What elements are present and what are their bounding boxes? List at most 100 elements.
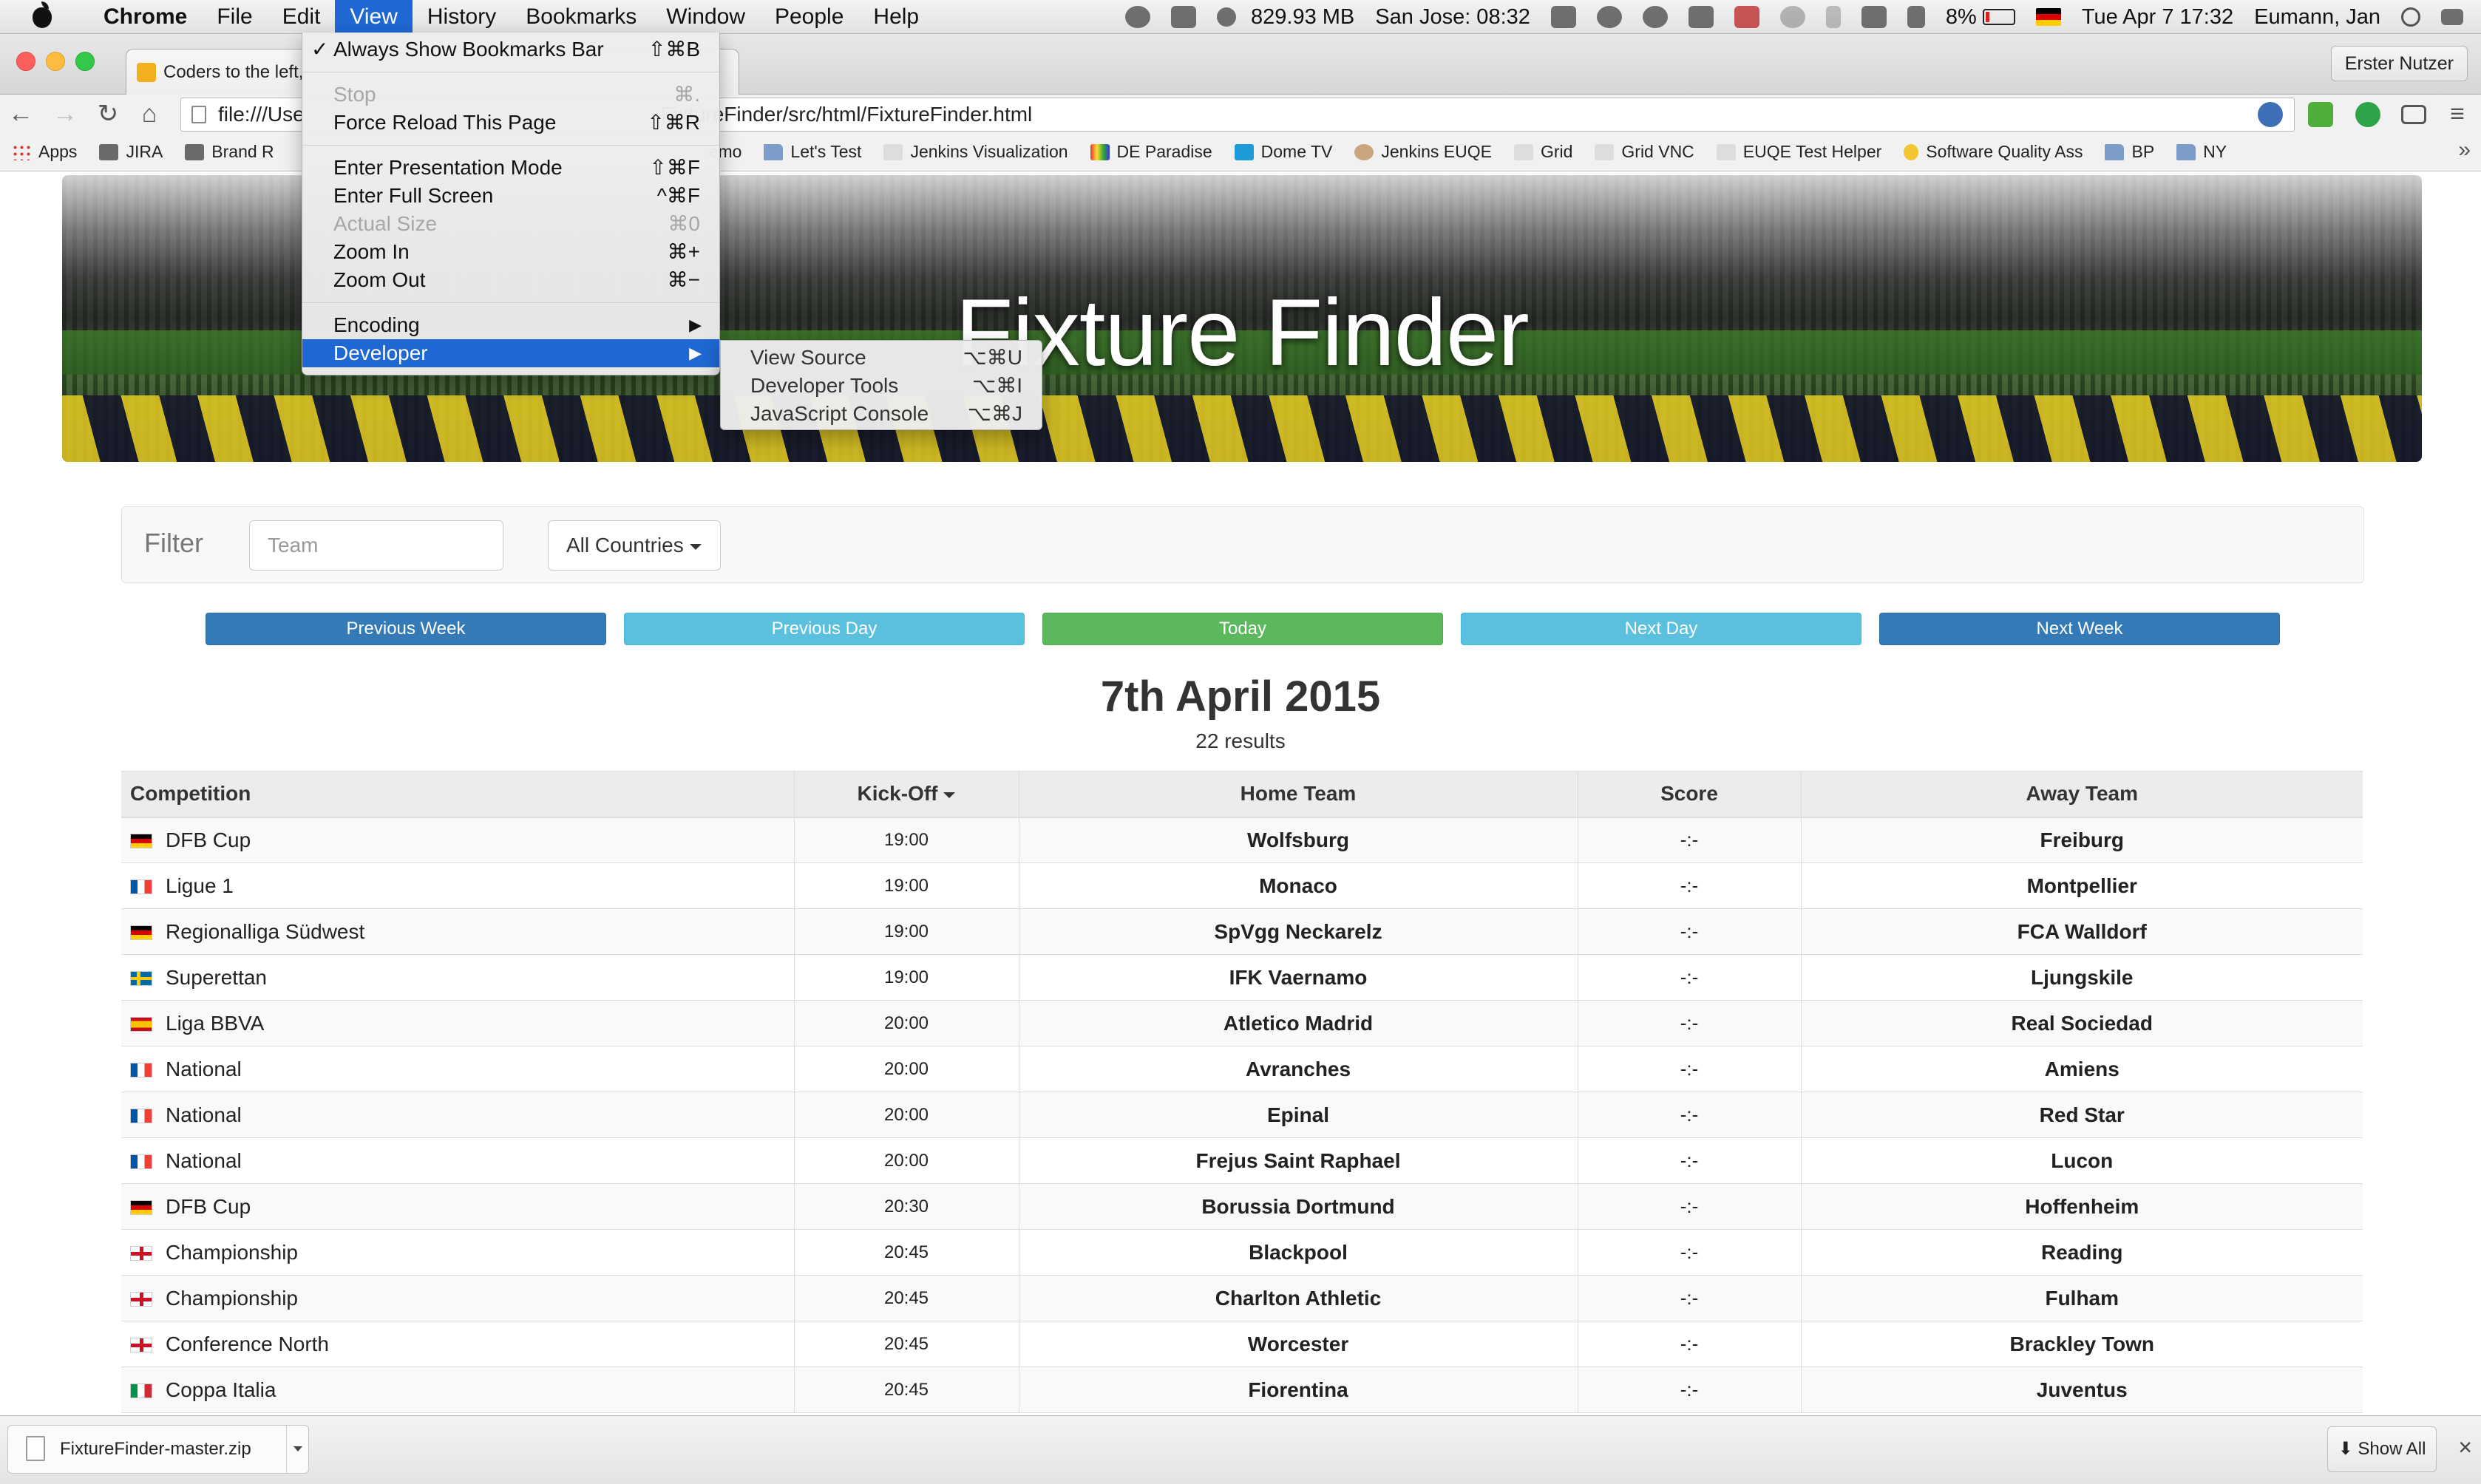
back-arrow-icon[interactable]: ← [7,101,34,127]
cast-icon[interactable] [2401,105,2426,124]
menu-hamburger-icon[interactable]: ≡ [2444,101,2471,127]
cell-away-team: Lucon [1801,1137,2363,1184]
download-item[interactable]: FixtureFinder-master.zip [7,1425,309,1474]
menu-developer[interactable]: Developer ▶ [302,339,719,367]
spotlight-search-icon[interactable] [2401,7,2420,27]
download-options-chevron-icon[interactable] [286,1426,308,1473]
download-filename: FixtureFinder-master.zip [60,1439,251,1459]
menu-force-reload[interactable]: Force Reload This Page ⇧⌘R [302,109,719,137]
bookmark-jira[interactable]: JIRA [99,142,163,162]
profile-button[interactable]: Erster Nutzer [2330,46,2468,81]
next-week-button[interactable]: Next Week [1879,613,2280,645]
cell-kickoff: 20:00 [794,1137,1019,1184]
close-download-shelf-icon[interactable]: × [2458,1434,2472,1461]
show-all-downloads-button[interactable]: ⬇ Show All [2327,1426,2437,1472]
menu-bookmarks[interactable]: Bookmarks [511,0,651,34]
grid-icon[interactable] [1550,6,1576,28]
wifi-icon[interactable] [1861,6,1887,28]
file-icon [26,1436,45,1461]
battery-icon[interactable] [1982,9,2015,25]
volume-icon[interactable] [1907,6,1925,28]
bookmark-dome-tv[interactable]: Dome TV [1234,142,1332,162]
dropbox-icon[interactable] [1171,6,1197,28]
bookmark-euqe-test-helper[interactable]: EUQE Test Helper [1716,142,1881,162]
bookmark-brand[interactable]: Brand R [185,142,274,162]
world-clock[interactable]: San Jose: 08:32 [1375,5,1530,30]
header-kickoff[interactable]: Kick-Off [794,771,1019,818]
timer-icon[interactable] [1125,6,1151,28]
menu-view-source[interactable]: View Source ⌥⌘U [721,344,1042,372]
menu-file[interactable]: File [202,0,267,34]
menu-chrome[interactable]: Chrome [89,0,202,34]
bookmark-folder-bp[interactable]: BP [2105,142,2154,162]
cell-kickoff: 20:45 [794,1229,1019,1276]
battery-percent[interactable]: 8% [1946,5,1977,30]
menu-edit[interactable]: Edit [268,0,336,34]
team-filter-input[interactable] [249,520,503,571]
forward-arrow-icon[interactable]: → [52,101,78,127]
bluetooth-icon[interactable] [1825,6,1841,28]
menu-full-screen[interactable]: Enter Full Screen ^⌘F [302,182,719,210]
previous-week-button[interactable]: Previous Week [206,613,606,645]
header-away-team[interactable]: Away Team [1801,771,2363,818]
menu-javascript-console[interactable]: JavaScript Console ⌥⌘J [721,400,1042,428]
menu-history[interactable]: History [413,0,511,34]
bookmark-jenkins-visualization[interactable]: Jenkins Visualization [883,142,1068,162]
cell-score: -:- [1578,908,1802,955]
menu-separator [302,302,719,303]
app-red-icon[interactable] [1734,6,1759,28]
menu-always-show-bookmarks[interactable]: ✓ Always Show Bookmarks Bar ⇧⌘B [302,35,719,64]
today-button[interactable]: Today [1042,613,1443,645]
mac-menu-bar: Chrome File Edit View History Bookmarks … [0,0,2481,34]
close-window-button[interactable] [16,52,35,71]
notification-center-icon[interactable] [2441,9,2463,25]
bookmarks-overflow-icon[interactable]: » [2458,137,2471,163]
user-name[interactable]: Eumann, Jan [2254,5,2380,30]
header-home-team[interactable]: Home Team [1019,771,1578,818]
input-source-flag-icon[interactable] [2035,8,2061,26]
next-day-button[interactable]: Next Day [1461,613,1861,645]
memory-readout[interactable]: 829.93 MB [1251,5,1354,30]
menu-zoom-in[interactable]: Zoom In ⌘+ [302,238,719,266]
previous-day-button[interactable]: Previous Day [624,613,1025,645]
bookmark-apps[interactable]: Apps [12,142,77,162]
reload-icon[interactable]: ↻ [95,101,121,127]
country-dropdown[interactable]: All Countries [548,520,721,571]
bookmark-folder-ny[interactable]: NY [2176,142,2227,162]
brand-icon [185,143,205,160]
bookmark-grid[interactable]: Grid [1513,142,1572,162]
task-check-icon[interactable] [1596,6,1622,28]
menu-developer-tools[interactable]: Developer Tools ⌥⌘I [721,372,1042,400]
zoom-window-button[interactable] [75,52,95,71]
menu-help[interactable]: Help [858,0,934,34]
cors-extension-icon[interactable] [2308,102,2333,127]
minimize-window-button[interactable] [46,52,65,71]
bookmark-de-paradise[interactable]: DE Paradise [1090,142,1212,162]
apple-menu-icon[interactable] [30,0,72,34]
menu-people[interactable]: People [760,0,858,34]
menu-view[interactable]: View [335,0,413,34]
header-competition[interactable]: Competition [121,771,795,818]
camera-icon[interactable] [1688,6,1714,28]
time-machine-icon[interactable] [1779,6,1805,28]
cell-score: -:- [1578,1137,1802,1184]
memory-icon[interactable] [1217,7,1237,27]
cell-competition: Liga BBVA [121,1000,795,1046]
cell-away-team: Montpellier [1801,862,2363,909]
extension-globe-icon[interactable] [2258,102,2283,127]
menu-presentation-mode[interactable]: Enter Presentation Mode ⇧⌘F [302,154,719,182]
bookmark-grid-vnc[interactable]: Grid VNC [1595,142,1694,162]
menu-encoding[interactable]: Encoding ▶ [302,311,719,339]
bookmark-lets-test[interactable]: Let's Test [764,142,861,162]
home-icon[interactable]: ⌂ [136,101,163,127]
bookmark-jenkins-euqe[interactable]: Jenkins EUQE [1354,142,1492,162]
download-arrow-icon: ⬇ [2338,1439,2358,1459]
extension-green-icon[interactable] [2355,102,2380,127]
clock[interactable]: Tue Apr 7 17:32 [2082,5,2233,30]
network-icon[interactable] [1642,6,1668,28]
menu-zoom-out[interactable]: Zoom Out ⌘− [302,266,719,294]
bookmark-software-quality[interactable]: Software Quality Ass [1904,142,2083,162]
menu-window[interactable]: Window [651,0,760,34]
country-flag-icon [130,1337,152,1352]
header-score[interactable]: Score [1578,771,1802,818]
